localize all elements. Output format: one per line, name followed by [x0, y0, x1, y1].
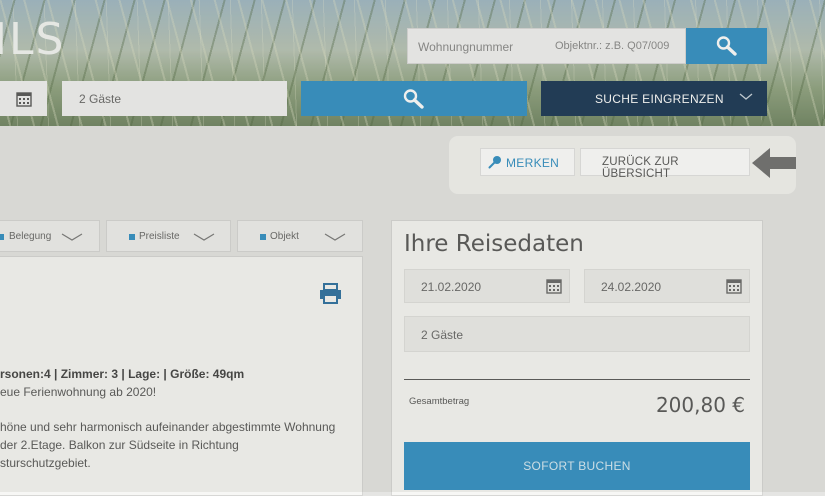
tab-label: Belegung [9, 231, 52, 242]
search-icon [716, 36, 737, 56]
object-number-placeholder: Objektnr.: z.B. Q07/009 [555, 40, 670, 52]
calendar-icon [15, 91, 32, 107]
print-icon[interactable] [319, 283, 342, 304]
back-to-overview-label: ZURÜCK ZUR ÜBERSICHT [602, 156, 679, 180]
travel-data-title: Ihre Reisedaten [404, 231, 584, 257]
description-line: der 2.Etage. Balkon zur Südseite in Rich… [0, 438, 239, 452]
description-line: sturschutzgebiet. [0, 456, 91, 470]
refine-search-button[interactable]: SUCHE EINGRENZEN [541, 81, 767, 116]
tab-objekt[interactable]: Objekt [237, 220, 363, 252]
hero-banner: ILS Wohnungnummer Objektnr.: z.B. Q07/00… [0, 0, 825, 126]
travel-guests-value: 2 Gäste [421, 328, 464, 342]
arrival-date-field[interactable]: 21.02.2020 [404, 269, 570, 303]
book-now-label: SOFORT BUCHEN [523, 459, 631, 473]
refine-search-label: SUCHE EINGRENZEN [595, 92, 724, 106]
book-now-button[interactable]: SOFORT BUCHEN [404, 442, 750, 490]
object-search-button[interactable] [686, 28, 767, 64]
search-icon [403, 88, 424, 109]
guests-select[interactable]: 2 Gäste [62, 81, 287, 116]
chevron-down-icon [61, 233, 83, 241]
apartment-facts: rsonen:4 | Zimmer: 3 | Lage: | Größe: 49… [0, 367, 245, 381]
tab-bullet [260, 234, 266, 240]
arrow-left-icon [752, 148, 796, 178]
tab-label: Preisliste [139, 231, 180, 242]
calendar-icon [726, 279, 742, 294]
chevron-down-icon [739, 93, 753, 100]
date-picker-button[interactable] [0, 81, 47, 116]
travel-guests-select[interactable]: 2 Gäste [404, 316, 750, 352]
departure-date-field[interactable]: 24.02.2020 [584, 269, 750, 303]
arrival-date-value: 21.02.2020 [421, 280, 482, 294]
chevron-down-icon [324, 233, 346, 241]
object-number-search-input[interactable]: Wohnungnummer Objektnr.: z.B. Q07/009 [407, 28, 686, 64]
search-button[interactable] [301, 81, 527, 116]
tab-label: Objekt [270, 231, 299, 242]
divider [404, 379, 750, 380]
page-title: ILS [0, 14, 66, 65]
description-line: eue Ferienwohnung ab 2020! [0, 385, 157, 399]
apartment-number-label: Wohnungnummer [418, 40, 514, 54]
departure-date-value: 24.02.2020 [601, 280, 662, 294]
bookmark-button[interactable]: MERKEN [480, 148, 575, 176]
tab-bullet [0, 234, 4, 240]
calendar-icon [546, 279, 562, 294]
total-price: 200,80 € [655, 393, 745, 417]
tab-belegung[interactable]: Belegung [0, 220, 100, 252]
total-label: Gesamtbetrag [409, 396, 470, 407]
tab-bullet [129, 234, 135, 240]
pin-icon [488, 156, 501, 169]
description-line: höne und sehr harmonisch aufeinander abg… [0, 420, 336, 434]
bookmark-label: MERKEN [506, 156, 560, 170]
tab-preisliste[interactable]: Preisliste [106, 220, 231, 252]
chevron-down-icon [193, 233, 215, 241]
back-to-overview-button[interactable]: ZURÜCK ZUR ÜBERSICHT [580, 148, 750, 180]
